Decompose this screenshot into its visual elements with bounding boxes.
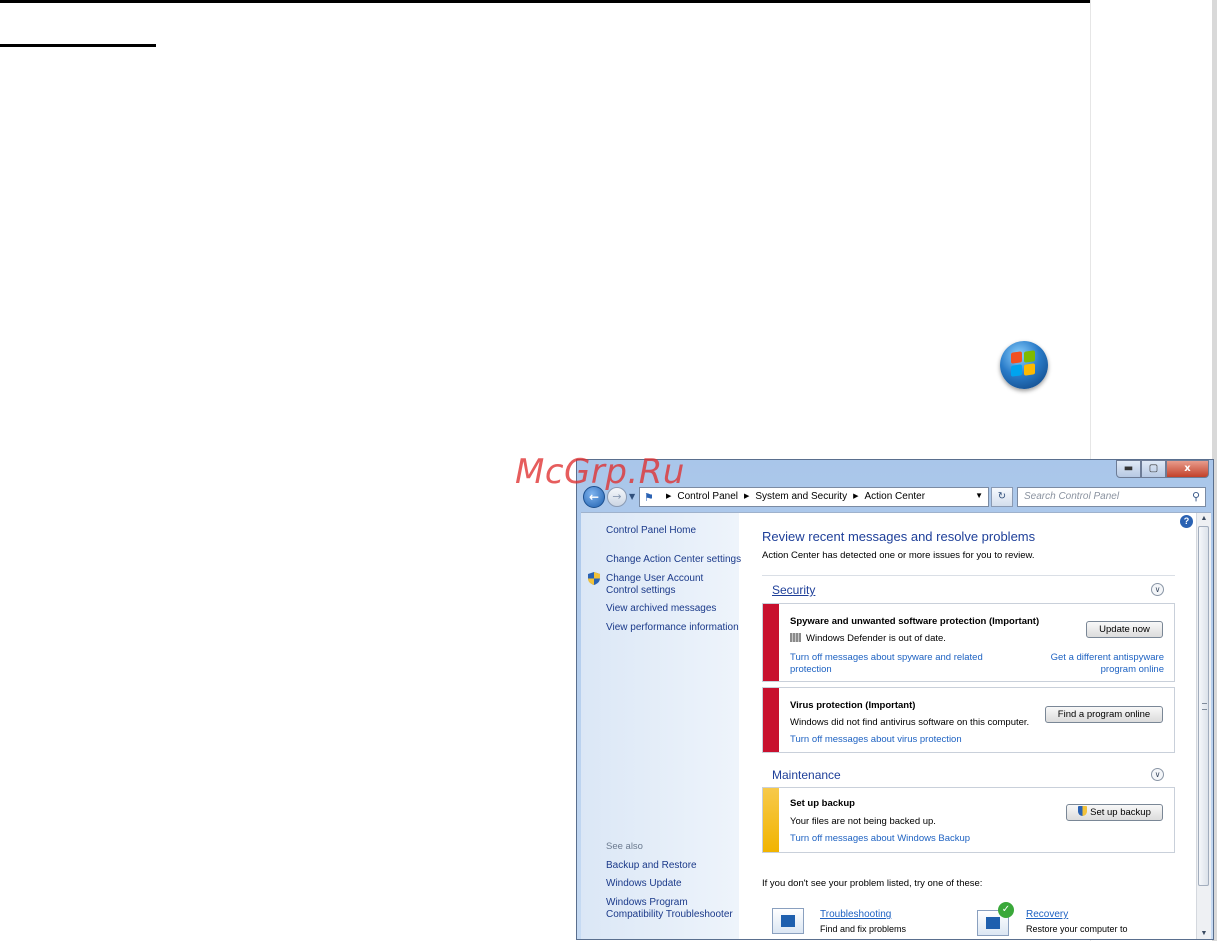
window-controls: ▬ ▢ x [1116, 460, 1209, 478]
sidebar-item-change-uac-settings[interactable]: Change User Account Control settings [606, 573, 736, 597]
warning-severity-bar [763, 788, 779, 852]
troubleshooting-icon[interactable] [772, 908, 804, 934]
turn-off-spyware-messages-link[interactable]: Turn off messages about spyware and rela… [790, 652, 1000, 676]
search-input[interactable]: Search Control Panel ⚲ [1017, 487, 1206, 507]
action-center-flag-icon: ⚑ [644, 492, 654, 504]
help-icon[interactable]: ? [1180, 515, 1193, 528]
close-button[interactable]: x [1166, 460, 1209, 478]
breadcrumb: ▶ Control Panel ▶ System and Security ▶ Actio… [660, 491, 925, 502]
main-pane: ? Review recent messages and resolve pro… [739, 513, 1197, 939]
address-dropdown-icon[interactable]: ▼ [975, 491, 983, 500]
see-also-backup-and-restore[interactable]: Backup and Restore [606, 860, 697, 872]
scrollbar-thumb[interactable] [1198, 526, 1209, 886]
troubleshooting-link[interactable]: Troubleshooting [820, 909, 891, 920]
get-antispyware-link[interactable]: Get a different antispyware program onli… [1033, 652, 1164, 676]
action-center-window: ▬ ▢ x ← → ▼ ⚑ ▶ Control Panel ▶ System and … [576, 459, 1214, 940]
page-title: Review recent messages and resolve probl… [762, 529, 1036, 544]
uac-shield-icon [1078, 806, 1088, 816]
uac-shield-icon [588, 572, 600, 585]
set-up-backup-button[interactable]: Set up backup [1066, 804, 1163, 821]
sidebar: Control Panel Home Change Action Center … [581, 513, 741, 939]
troubleshoot-hint: If you don't see your problem listed, tr… [762, 878, 983, 889]
security-collapse-toggle-icon[interactable]: ∨ [1151, 583, 1164, 596]
security-section-heading[interactable]: Security [772, 583, 815, 597]
recovery-link[interactable]: Recovery [1026, 909, 1068, 920]
vertical-scrollbar[interactable]: ▲ ▼ [1196, 513, 1211, 939]
breadcrumb-separator-icon: ▶ [666, 493, 672, 500]
recent-pages-dropdown-icon[interactable]: ▼ [629, 492, 635, 501]
page-subtitle: Action Center has detected one or more i… [762, 550, 1035, 561]
breadcrumb-system-and-security[interactable]: System and Security [755, 491, 847, 502]
section-divider [762, 575, 1175, 576]
scroll-down-arrow-icon[interactable]: ▼ [1197, 928, 1211, 939]
see-also-label: See also [606, 841, 643, 852]
sidebar-item-view-performance-information[interactable]: View performance information [606, 622, 739, 634]
recovery-description: Restore your computer to [1026, 924, 1128, 934]
backup-alert-card: Set up backup Your files are not being b… [762, 787, 1175, 853]
turn-off-virus-messages-link[interactable]: Turn off messages about virus protection [790, 734, 962, 746]
see-also-compatibility-troubleshooter[interactable]: Windows Program Compatibility Troublesho… [606, 897, 738, 921]
minimize-button[interactable]: ▬ [1116, 460, 1141, 478]
sidebar-item-control-panel-home[interactable]: Control Panel Home [606, 525, 696, 537]
refresh-button[interactable]: ↻ [991, 487, 1013, 507]
virus-alert-text: Windows did not find antivirus software … [790, 717, 1030, 728]
search-icon[interactable]: ⚲ [1192, 490, 1200, 503]
breadcrumb-separator-icon: ▶ [853, 493, 859, 500]
search-placeholder: Search Control Panel [1024, 491, 1120, 502]
troubleshooting-description: Find and fix problems [820, 924, 907, 934]
backup-alert-text: Your files are not being backed up. [790, 816, 936, 827]
breadcrumb-control-panel[interactable]: Control Panel [677, 491, 738, 502]
breadcrumb-action-center[interactable]: Action Center [864, 491, 925, 502]
sidebar-item-view-archived-messages[interactable]: View archived messages [606, 603, 716, 615]
short-rule [0, 44, 156, 47]
update-now-button[interactable]: Update now [1086, 621, 1163, 638]
turn-off-backup-messages-link[interactable]: Turn off messages about Windows Backup [790, 833, 970, 845]
address-bar[interactable]: ⚑ ▶ Control Panel ▶ System and Security ▶ Act… [639, 487, 989, 507]
watermark: McGrp.Ru [515, 452, 685, 492]
important-severity-bar [763, 688, 779, 752]
breadcrumb-separator-icon: ▶ [743, 493, 750, 500]
spyware-alert-text: Windows Defender is out of date. [790, 633, 946, 644]
maintenance-collapse-toggle-icon[interactable]: ∨ [1151, 768, 1164, 781]
top-rule [0, 0, 1090, 3]
virus-alert-title: Virus protection (Important) [790, 700, 916, 711]
spyware-alert-card: Spyware and unwanted software protection… [762, 603, 1175, 682]
maximize-button[interactable]: ▢ [1141, 460, 1166, 478]
scroll-up-arrow-icon[interactable]: ▲ [1197, 513, 1211, 525]
window-content: Control Panel Home Change Action Center … [581, 512, 1211, 939]
find-program-online-button[interactable]: Find a program online [1045, 706, 1163, 723]
sidebar-item-change-action-center-settings[interactable]: Change Action Center settings [606, 554, 741, 566]
see-also-windows-update[interactable]: Windows Update [606, 878, 682, 890]
backup-alert-title: Set up backup [790, 798, 855, 809]
maintenance-section-heading[interactable]: Maintenance [772, 768, 841, 782]
important-severity-bar [763, 604, 779, 681]
windows-logo-icon [1000, 341, 1048, 389]
spyware-alert-title: Spyware and unwanted software protection… [790, 616, 1040, 627]
virus-alert-card: Virus protection (Important) Windows did… [762, 687, 1175, 753]
recovery-check-icon: ✓ [998, 902, 1014, 918]
windows-defender-icon [790, 633, 801, 642]
